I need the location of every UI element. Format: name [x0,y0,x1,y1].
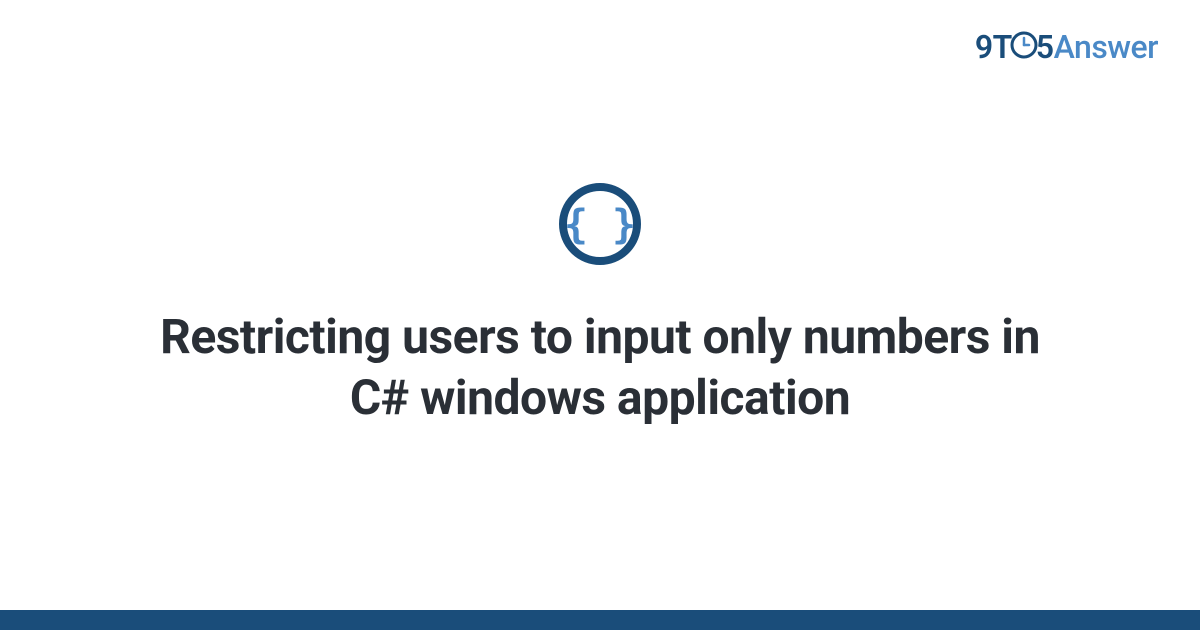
main-content: { } Restricting users to input only numb… [0,0,1200,610]
footer-bar [0,610,1200,630]
code-braces-icon: { } [558,182,642,270]
svg-text:{ }: { } [564,202,636,248]
page-title: Restricting users to input only numbers … [150,306,1050,429]
